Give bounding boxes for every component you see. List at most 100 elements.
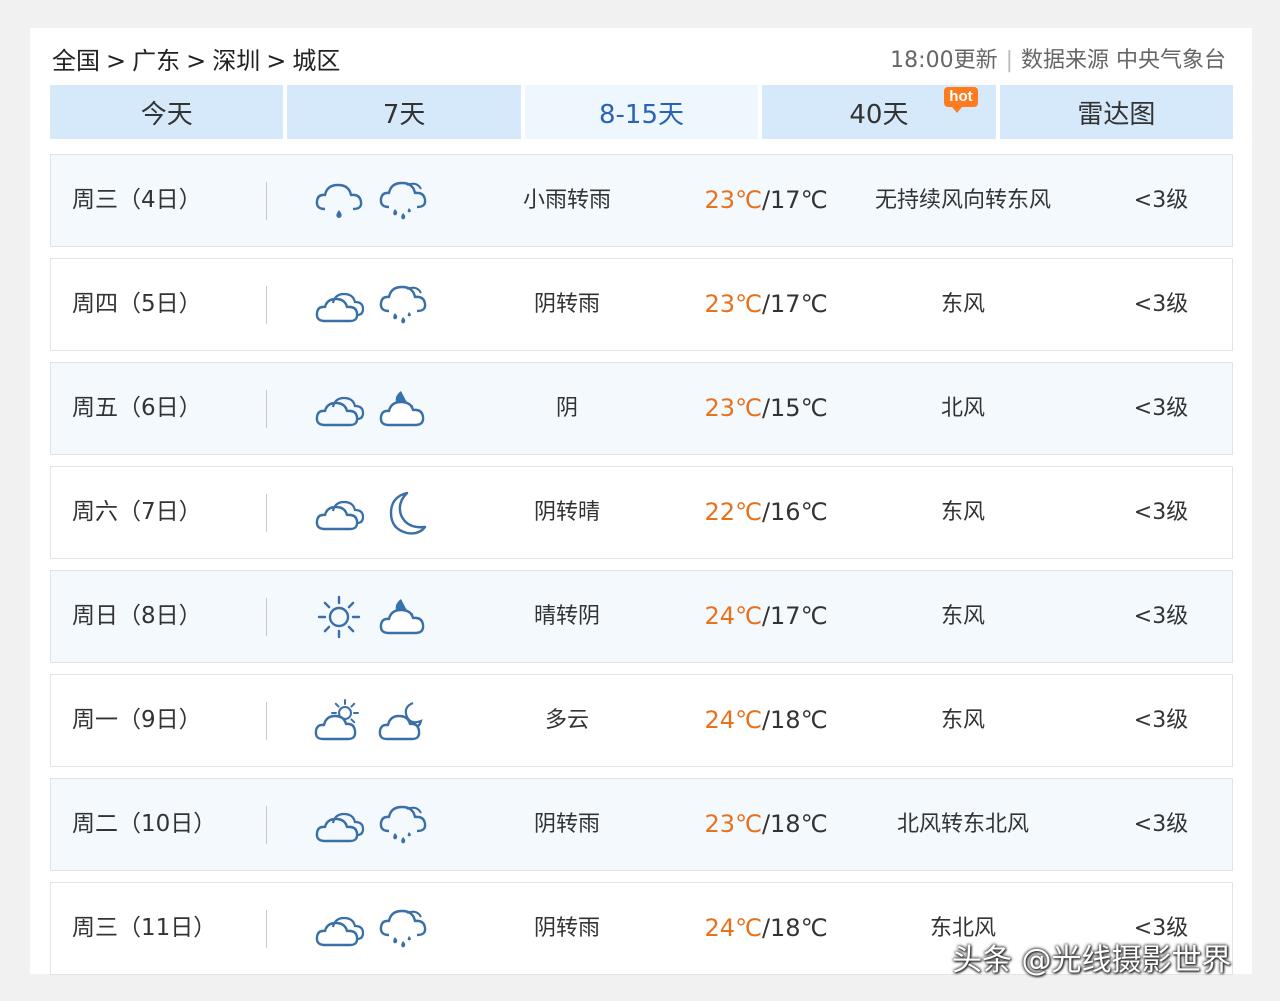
day-label: 周三（11日） <box>72 915 217 941</box>
breadcrumb: 全国 > 广东 > 深圳 > 城区 <box>52 44 340 78</box>
high-temperature: 23℃ <box>704 810 762 838</box>
low-temperature: /18℃ <box>761 914 828 942</box>
high-temperature: 24℃ <box>704 602 762 630</box>
update-time: 18:00更新 <box>890 48 998 73</box>
rain-icon <box>377 281 431 329</box>
tab-40-days[interactable]: 40天 hot <box>762 85 996 139</box>
breadcrumb-country[interactable]: 全国 <box>52 47 100 75</box>
weather-description: 阴转晴 <box>533 500 600 525</box>
divider <box>266 598 267 636</box>
tab-label: 今天 <box>140 99 193 130</box>
temperature: 23℃/17℃ <box>681 259 851 350</box>
high-temperature: 23℃ <box>704 186 762 214</box>
day-label: 周六（7日） <box>72 499 202 525</box>
wind-direction: 北风 <box>940 396 985 421</box>
light-rain-icon <box>313 177 367 225</box>
high-temperature: 23℃ <box>704 394 762 422</box>
day-label: 周二（10日） <box>72 811 217 837</box>
overcast-icon <box>313 801 367 849</box>
temperature: 23℃/17℃ <box>681 155 851 246</box>
forecast-row: 周日（8日） 晴转阴 24℃/17℃ 东风 <3级 <box>50 570 1233 663</box>
temperature: 24℃/18℃ <box>681 883 851 974</box>
wind-direction: 东风 <box>940 708 985 733</box>
partly-cloudy-night-icon <box>377 697 431 745</box>
forecast-row: 周六（7日） 阴转晴 22℃/16℃ 东风 <3级 <box>50 466 1233 559</box>
partly-cloudy-day-icon <box>313 697 367 745</box>
day-label: 周一（9日） <box>72 707 202 733</box>
wind-level: <3级 <box>1133 500 1189 525</box>
forecast-row: 周二（10日） 阴转雨 23℃/18℃ 北风转东北风 <3级 <box>50 778 1233 871</box>
temperature: 22℃/16℃ <box>681 467 851 558</box>
overcast-icon <box>313 281 367 329</box>
wind-direction: 东风 <box>940 292 985 317</box>
overcast-icon <box>313 489 367 537</box>
tab-8-15-days[interactable]: 8-15天 <box>524 85 759 139</box>
forecast-row: 周一（9日） 多云 24℃/18℃ 东风 <3级 <box>50 674 1233 767</box>
weather-description: 阴转雨 <box>533 292 600 317</box>
meta-divider: | <box>1005 48 1013 73</box>
wind-direction: 无持续风向转东风 <box>874 188 1051 213</box>
forecast-row: 周五（6日） 阴 23℃/15℃ 北风 <3级 <box>50 362 1233 455</box>
top-bar: 全国 > 广东 > 深圳 > 城区 18:00更新 | 数据来源 中央气象台 <box>52 44 1226 78</box>
day-label: 周三（4日） <box>72 187 202 213</box>
overcast-icon <box>313 385 367 433</box>
low-temperature: /16℃ <box>761 498 828 526</box>
high-temperature: 24℃ <box>704 914 762 942</box>
tab-label: 40天 <box>849 99 909 130</box>
weather-panel: 全国 > 广东 > 深圳 > 城区 18:00更新 | 数据来源 中央气象台 今天 7天 8-1… <box>30 28 1252 978</box>
tab-label: 8-15天 <box>599 99 685 130</box>
wind-level: <3级 <box>1133 188 1189 213</box>
low-temperature: /17℃ <box>761 186 828 214</box>
weather-description: 阴 <box>555 396 578 421</box>
divider <box>266 702 267 740</box>
tab-today[interactable]: 今天 <box>50 85 284 139</box>
high-temperature: 22℃ <box>704 498 762 526</box>
breadcrumb-province[interactable]: 广东 <box>132 47 180 75</box>
update-meta: 18:00更新 | 数据来源 中央气象台 <box>890 44 1226 78</box>
divider <box>266 910 267 948</box>
breadcrumb-city[interactable]: 深圳 <box>212 47 260 75</box>
sunny-icon <box>313 593 367 641</box>
wind-direction: 东风 <box>940 604 985 629</box>
forecast-list: 周三（4日） 小雨转雨 23℃/17℃ 无持续风向转东风 <3级 周四（5日） 阴转雨 23℃… <box>50 154 1233 986</box>
wind-level: <3级 <box>1133 812 1189 837</box>
tab-7-days[interactable]: 7天 <box>287 85 521 139</box>
divider <box>266 286 267 324</box>
wind-level: <3级 <box>1133 708 1189 733</box>
clear-night-icon <box>377 489 431 537</box>
temperature: 23℃/15℃ <box>681 363 851 454</box>
high-temperature: 24℃ <box>704 706 762 734</box>
divider <box>266 806 267 844</box>
low-temperature: /18℃ <box>761 706 828 734</box>
breadcrumb-separator: > <box>186 47 207 75</box>
divider <box>266 390 267 428</box>
cloudy-night-icon <box>377 593 431 641</box>
weather-description: 多云 <box>544 708 589 733</box>
weather-description: 阴转雨 <box>533 812 600 837</box>
hot-badge: hot <box>944 87 978 113</box>
wind-level: <3级 <box>1133 604 1189 629</box>
divider <box>266 494 267 532</box>
day-label: 周四（5日） <box>72 291 202 317</box>
tab-radar[interactable]: 雷达图 <box>999 85 1234 139</box>
rain-icon <box>377 177 431 225</box>
day-label: 周日（8日） <box>72 603 202 629</box>
forecast-row: 周四（5日） 阴转雨 23℃/17℃ 东风 <3级 <box>50 258 1233 351</box>
tab-label: 雷达图 <box>1077 99 1156 130</box>
low-temperature: /17℃ <box>761 290 828 318</box>
tab-label: 7天 <box>382 99 426 130</box>
high-temperature: 23℃ <box>704 290 762 318</box>
weather-description: 小雨转雨 <box>522 188 611 213</box>
forecast-row: 周三（4日） 小雨转雨 23℃/17℃ 无持续风向转东风 <3级 <box>50 154 1233 247</box>
wind-direction: 东风 <box>940 500 985 525</box>
breadcrumb-separator: > <box>106 47 127 75</box>
overcast-icon <box>313 905 367 953</box>
breadcrumb-separator: > <box>266 47 287 75</box>
rain-icon <box>377 801 431 849</box>
wind-level: <3级 <box>1133 292 1189 317</box>
divider <box>266 182 267 220</box>
low-temperature: /18℃ <box>761 810 828 838</box>
temperature: 23℃/18℃ <box>681 779 851 870</box>
temperature: 24℃/18℃ <box>681 675 851 766</box>
weather-description: 晴转阴 <box>533 604 600 629</box>
